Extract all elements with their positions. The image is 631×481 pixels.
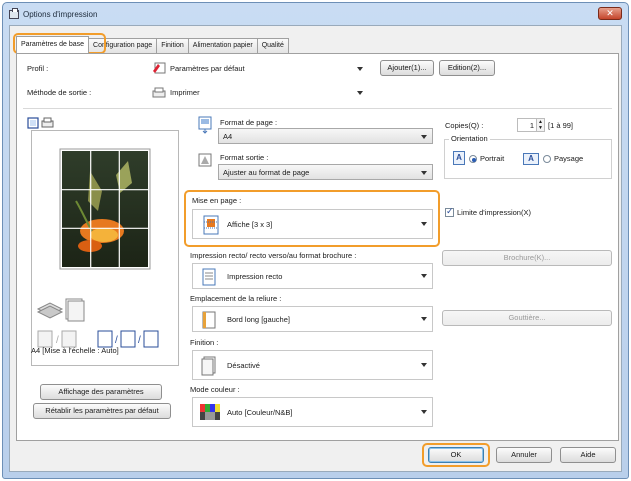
tab-paper-source[interactable]: Alimentation papier <box>187 38 258 53</box>
tab-finishing[interactable]: Finition <box>156 38 189 53</box>
finishing-off-icon <box>201 356 216 376</box>
copies-range: [1 à 99] <box>548 121 574 130</box>
tab-quality[interactable]: Qualité <box>256 38 289 53</box>
svg-text:/: / <box>56 335 59 346</box>
close-icon: ✕ <box>606 8 614 18</box>
profile-select[interactable]: Paramètres par défaut <box>147 60 369 76</box>
chevron-down-icon <box>421 317 427 321</box>
duplex-label: Impression recto/ recto verso/au format … <box>190 251 357 260</box>
cancel-button[interactable]: Annuler <box>496 447 552 463</box>
poster-layout-icon <box>203 215 219 235</box>
chevron-down-icon <box>421 274 427 278</box>
ok-button[interactable]: OK <box>428 447 484 463</box>
chevron-down-icon <box>357 91 363 95</box>
restore-defaults-button[interactable]: Rétablir les paramètres par défaut <box>33 403 171 419</box>
output-size-icon <box>198 153 212 167</box>
show-settings-button[interactable]: Affichage des paramètres <box>40 384 162 400</box>
binding-left-icon <box>202 311 216 329</box>
color-mode-select[interactable]: Auto [Couleur/N&B] <box>192 397 433 427</box>
output-size-select[interactable]: Ajuster au format de page <box>218 164 433 180</box>
duplex-select[interactable]: Impression recto <box>192 263 433 289</box>
tab-basic-settings[interactable]: Paramètres de base <box>16 36 90 53</box>
binding-select[interactable]: Bord long [gauche] <box>192 306 433 332</box>
add-profile-button[interactable]: Ajouter(1)... <box>380 60 434 76</box>
color-auto-icon <box>200 404 220 420</box>
chevron-down-icon <box>421 222 427 226</box>
finishing-select[interactable]: Désactivé <box>192 350 433 380</box>
chevron-down-icon <box>421 410 427 414</box>
color-mode-label: Mode couleur : <box>190 385 240 394</box>
dialog-client: Paramètres de base Configuration page Fi… <box>9 25 622 472</box>
layout-select[interactable]: Affiche [3 x 3] <box>192 209 433 239</box>
print-limit-checkbox[interactable] <box>445 206 454 217</box>
window-title: Options d'impression <box>23 9 98 19</box>
output-method-value: Imprimer <box>170 87 200 97</box>
portrait-label: Portrait <box>480 154 505 163</box>
print-limit-label: Limite d'impression(X) <box>457 208 531 217</box>
poster-preview-image: / / / <box>32 131 178 365</box>
page-size-icon <box>198 116 212 134</box>
gutter-button[interactable]: Gouttière... <box>442 310 612 326</box>
output-method-label: Méthode de sortie : <box>27 88 92 97</box>
output-size-value: Ajuster au format de page <box>223 167 310 177</box>
portrait-radio[interactable] <box>469 155 477 163</box>
output-size-label: Format sortie : <box>220 153 269 162</box>
finishing-value: Désactivé <box>227 360 260 370</box>
output-method-select[interactable]: Imprimer <box>147 84 369 100</box>
landscape-radio[interactable] <box>543 155 551 163</box>
binding-value: Bord long [gauche] <box>227 314 290 324</box>
print-options-dialog: Options d'impression ✕ Paramètres de bas… <box>2 2 629 479</box>
landscape-icon: A <box>523 153 539 165</box>
help-button[interactable]: Aide <box>560 447 616 463</box>
basic-settings-panel: Profil : Paramètres par défaut Ajouter(1… <box>16 53 619 441</box>
portrait-icon: A <box>453 151 465 165</box>
svg-text:/: / <box>138 335 141 346</box>
preview-frame: / / / <box>31 130 179 366</box>
chevron-down-icon <box>421 363 427 367</box>
svg-text:/: / <box>115 335 118 346</box>
booklet-button[interactable]: Brochure(K)... <box>442 250 612 266</box>
single-sided-icon <box>202 268 216 286</box>
profile-icon <box>153 62 166 74</box>
profile-value: Paramètres par défaut <box>170 63 245 73</box>
duplex-value: Impression recto <box>227 271 283 281</box>
printer-icon <box>9 7 19 19</box>
chevron-down-icon <box>421 171 427 175</box>
preview-caption: A4 [Mise à l'échelle : Auto] <box>31 346 119 355</box>
binding-label: Emplacement de la reliure : <box>190 294 282 303</box>
printer-small-icon <box>152 87 166 97</box>
tab-strip: Paramètres de base Configuration page Fi… <box>16 36 289 53</box>
orientation-label: Orientation <box>449 134 490 143</box>
chevron-down-icon <box>357 67 363 71</box>
page-size-value: A4 <box>223 131 233 141</box>
copies-value: 1 <box>529 121 534 130</box>
page-size-select[interactable]: A4 <box>218 128 433 144</box>
page-size-label: Format de page : <box>220 118 278 127</box>
copies-stepper[interactable]: 1 ▲ ▼ <box>517 118 545 132</box>
layout-value: Affiche [3 x 3] <box>227 219 273 229</box>
copies-label: Copies(Q) : <box>445 121 484 130</box>
color-mode-value: Auto [Couleur/N&B] <box>227 407 293 417</box>
separator <box>23 108 612 109</box>
landscape-label: Paysage <box>554 154 584 163</box>
spin-arrows-icon[interactable]: ▲ ▼ <box>536 119 544 131</box>
close-button[interactable]: ✕ <box>598 7 622 20</box>
edit-profile-button[interactable]: Edition(2)... <box>439 60 495 76</box>
chevron-down-icon <box>421 135 427 139</box>
title-bar: Options d'impression ✕ <box>3 3 628 25</box>
preview-mode-icons[interactable] <box>27 117 55 129</box>
tab-page-setup[interactable]: Configuration page <box>88 38 158 53</box>
profile-label: Profil : <box>27 64 49 73</box>
layout-label: Mise en page : <box>192 196 242 205</box>
finishing-label: Finition : <box>190 338 219 347</box>
